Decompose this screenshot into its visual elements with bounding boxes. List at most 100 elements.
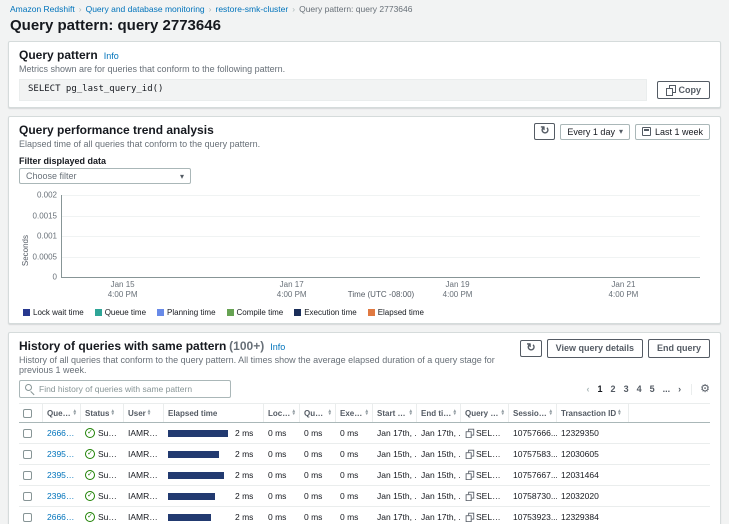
row-checkbox[interactable] <box>23 471 32 480</box>
table-row[interactable]: 2666727 ✓Success IAMR:Ad... 2 ms 0 ms 0 … <box>19 423 710 444</box>
date-range-picker[interactable]: Last 1 week <box>635 124 710 140</box>
breadcrumb-separator: › <box>79 4 82 14</box>
page-button-2[interactable]: 2 <box>607 384 620 394</box>
col-header-query-id[interactable]: Query ID▴▾ <box>43 404 81 422</box>
cell-select <box>19 513 43 522</box>
page-button-3[interactable]: 3 <box>620 384 633 394</box>
end-query-button[interactable]: End query <box>648 339 710 358</box>
col-header-start-time[interactable]: Start time▴▾ <box>373 404 417 422</box>
y-axis-tick: 0.002 <box>37 191 57 200</box>
cell-start-time: Jan 17th, ... <box>373 512 417 522</box>
cell-elapsed-time: 2 ms <box>164 449 264 459</box>
cell-start-time: Jan 15th, ... <box>373 491 417 501</box>
chevron-down-icon: ▾ <box>180 172 184 181</box>
breadcrumb: Amazon Redshift › Query and database monit… <box>0 0 729 16</box>
cell-queue-time: 0 ms <box>300 470 336 480</box>
col-header-queue-time[interactable]: Queue time▴▾ <box>300 404 336 422</box>
page-button-1[interactable]: 1 <box>594 384 607 394</box>
interval-select[interactable]: Every 1 day▾ <box>560 124 630 140</box>
cell-lock-wait-time: 0 ms <box>264 449 300 459</box>
col-header-select <box>19 404 43 422</box>
table-row[interactable]: 2395955 ✓Success IAMR:Ad... 2 ms 0 ms 0 … <box>19 465 710 486</box>
query-id-link[interactable]: 2666742 <box>47 512 77 522</box>
col-header-user[interactable]: User▴▾ <box>124 404 164 422</box>
copy-icon[interactable] <box>466 429 474 438</box>
elapsed-bar-track <box>168 430 230 437</box>
copy-icon[interactable] <box>466 471 474 480</box>
cell-execution-time: 0 ms <box>336 470 373 480</box>
query-id-link[interactable]: 2396058 <box>47 491 77 501</box>
breadcrumb-link-redshift[interactable]: Amazon Redshift <box>10 4 75 14</box>
table-row[interactable]: 2666742 ✓Success IAMR:Ad... 2 ms 0 ms 0 … <box>19 507 710 524</box>
row-checkbox[interactable] <box>23 429 32 438</box>
page-button-5[interactable]: 5 <box>646 384 659 394</box>
trend-description: Elapsed time of all queries that conform… <box>19 139 260 149</box>
refresh-icon: ↻ <box>526 343 535 354</box>
copy-icon[interactable] <box>466 492 474 501</box>
pattern-sql-text: SELECT pg_last_query_id() <box>19 79 647 101</box>
copy-icon[interactable] <box>466 450 474 459</box>
elapsed-bar-track <box>168 493 230 500</box>
cell-lock-wait-time: 0 ms <box>264 470 300 480</box>
table-row[interactable]: 2395808 ✓Success IAMR:Ad... 2 ms 0 ms 0 … <box>19 444 710 465</box>
view-query-details-button[interactable]: View query details <box>547 339 643 358</box>
row-checkbox[interactable] <box>23 450 32 459</box>
legend-item-elapsed[interactable]: Elapsed time <box>368 308 424 317</box>
cell-query-id: 2395808 <box>43 449 81 459</box>
cell-session-id: 10757583... <box>509 449 557 459</box>
x-axis-title: Time (UTC -08:00) <box>348 290 414 299</box>
elapsed-bar <box>168 451 219 458</box>
legend-item-planning[interactable]: Planning time <box>157 308 215 317</box>
query-id-link[interactable]: 2395955 <box>47 470 77 480</box>
success-icon: ✓ <box>85 470 95 480</box>
legend-item-queue[interactable]: Queue time <box>95 308 146 317</box>
cell-session-id: 10758730... <box>509 491 557 501</box>
col-header-transaction-id[interactable]: Transaction ID▴▾ <box>557 404 629 422</box>
col-header-end-time[interactable]: End time▴▾ <box>417 404 461 422</box>
search-input[interactable] <box>19 380 231 398</box>
col-header-status[interactable]: Status▴▾ <box>81 404 124 422</box>
row-checkbox[interactable] <box>23 513 32 522</box>
cell-transaction-id: 12329384 <box>557 512 629 522</box>
compile-swatch-icon <box>227 309 234 316</box>
col-header-execution-time[interactable]: Execution time▴▾ <box>336 404 373 422</box>
query-id-link[interactable]: 2395808 <box>47 449 77 459</box>
info-link[interactable]: Info <box>104 51 119 61</box>
col-header-session-id[interactable]: Session ID▴▾ <box>509 404 557 422</box>
previous-page-button[interactable]: ‹ <box>583 384 594 394</box>
col-header-query-text[interactable]: Query text▴▾ <box>461 404 509 422</box>
breadcrumb-link-cluster[interactable]: restore-smk-cluster <box>216 4 289 14</box>
legend-item-lock-wait[interactable]: Lock wait time <box>23 308 84 317</box>
refresh-button[interactable]: ↻ <box>534 123 555 140</box>
next-page-button[interactable]: › <box>674 384 685 394</box>
row-checkbox[interactable] <box>23 492 32 501</box>
gear-icon[interactable]: ⚙ <box>691 384 710 395</box>
history-refresh-button[interactable]: ↻ <box>520 340 541 357</box>
gridline <box>62 216 700 217</box>
cell-end-time: Jan 17th, ... <box>417 512 461 522</box>
lock-wait-swatch-icon <box>23 309 30 316</box>
page-button-4[interactable]: 4 <box>633 384 646 394</box>
table-row[interactable]: 2396058 ✓Success IAMR:Ad... 2 ms 0 ms 0 … <box>19 486 710 507</box>
col-header-lock-wait-time[interactable]: Lock wait time▴▾ <box>264 404 300 422</box>
sort-icon: ▴▾ <box>148 410 151 417</box>
copy-button[interactable]: Copy <box>657 81 711 100</box>
execution-swatch-icon <box>294 309 301 316</box>
cell-user: IAMR:Ad... <box>124 491 164 501</box>
cell-lock-wait-time: 0 ms <box>264 428 300 438</box>
trend-title: Query performance trend analysis <box>19 123 214 137</box>
copy-icon[interactable] <box>466 513 474 522</box>
history-description: History of all queries that conform to t… <box>19 355 520 375</box>
cell-select <box>19 450 43 459</box>
legend-item-execution[interactable]: Execution time <box>294 308 356 317</box>
col-header-filler <box>629 404 710 422</box>
select-all-checkbox[interactable] <box>23 409 32 418</box>
sort-icon: ▴▾ <box>409 410 412 417</box>
success-icon: ✓ <box>85 428 95 438</box>
query-id-link[interactable]: 2666727 <box>47 428 77 438</box>
filter-select[interactable]: Choose filter▾ <box>19 168 191 184</box>
history-title: History of queries with same pattern <box>19 339 226 353</box>
legend-item-compile[interactable]: Compile time <box>227 308 284 317</box>
breadcrumb-link-monitoring[interactable]: Query and database monitoring <box>86 4 205 14</box>
info-link[interactable]: Info <box>270 342 285 352</box>
